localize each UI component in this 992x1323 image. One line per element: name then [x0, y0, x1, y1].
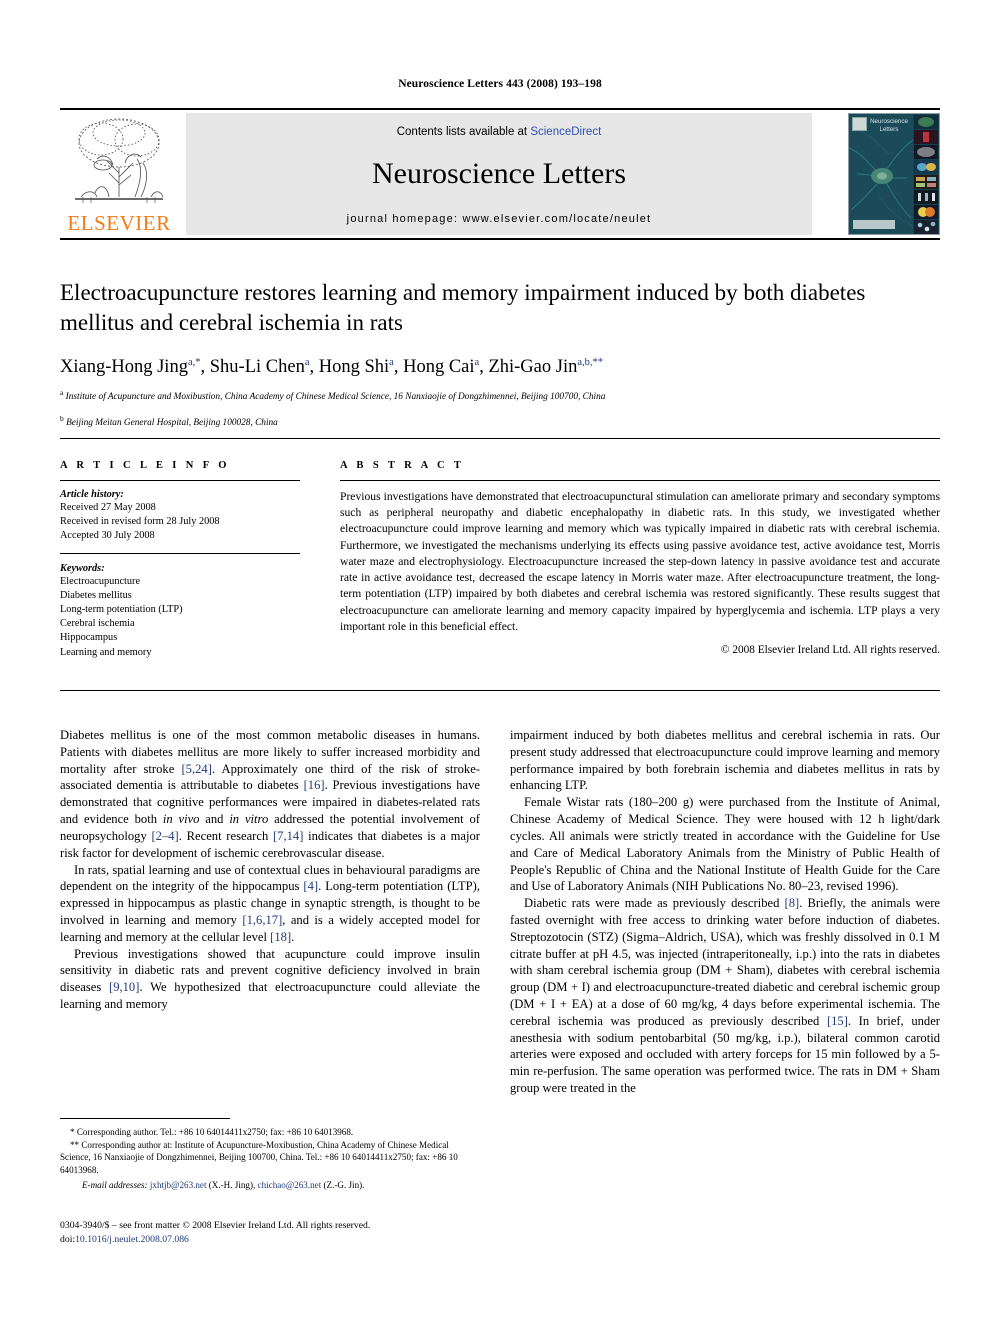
- cover-tile-blue: [914, 160, 938, 174]
- info-abstract-bottom-rule: [60, 690, 940, 691]
- abstract-text: Previous investigations have demonstrate…: [340, 490, 940, 633]
- email-label: E-mail addresses:: [82, 1179, 148, 1190]
- keyword-item: Hippocampus: [60, 632, 118, 644]
- paragraph: Diabetic rats were made as previously de…: [510, 896, 940, 1096]
- paragraph: Previous investigations showed that acup…: [60, 946, 481, 1011]
- history-received: Received 27 May 2008: [60, 502, 156, 513]
- keyword-item: Long-term potentiation (LTP): [60, 604, 183, 616]
- cover-tile-red: [914, 130, 938, 144]
- cover-publisher-mark: [852, 117, 867, 131]
- email-link-1[interactable]: jxhtjb@263.net: [150, 1180, 207, 1190]
- corresponding-author-note-2: ** Corresponding author at: Institute of…: [60, 1139, 458, 1176]
- elsevier-tree-icon: [75, 118, 164, 203]
- email-link-2[interactable]: chichao@263.net: [258, 1180, 322, 1190]
- contents-prefix: Contents lists available at: [396, 126, 531, 138]
- paragraph: Female Wistar rats (180–200 g) were purc…: [510, 795, 940, 894]
- keywords-label: Keywords:: [60, 562, 105, 574]
- doi-link[interactable]: 10.1016/j.neulet.2008.07.086: [75, 1234, 189, 1245]
- article-history-label: Article history:: [60, 489, 124, 500]
- affiliation-b-text: Beijing Meitan General Hospital, Beijing…: [66, 417, 278, 428]
- contents-available-line: Contents lists available at ScienceDirec…: [186, 126, 812, 138]
- running-head: Neuroscience Letters 443 (2008) 193–198: [398, 78, 602, 90]
- cover-journal-title: Neuroscience Letters: [870, 118, 908, 133]
- abstract-copyright: © 2008 Elsevier Ireland Ltd. All rights …: [720, 643, 940, 656]
- keyword-item: Electroacupuncture: [60, 575, 141, 587]
- paragraph: Diabetes mellitus is one of the most com…: [60, 728, 480, 860]
- paragraph: In rats, spatial learning and use of con…: [60, 862, 481, 944]
- author-list: Xiang-Hong Jinga,*, Shu-Li Chena, Hong S…: [60, 356, 604, 377]
- elsevier-logo: ELSEVIER: [60, 113, 178, 235]
- cover-tile-brain: [914, 115, 938, 129]
- info-abstract-top-rule: [60, 438, 940, 439]
- sciencedirect-link[interactable]: ScienceDirect: [530, 126, 601, 138]
- cover-tile-pet: [914, 205, 938, 219]
- journal-cover-thumbnail[interactable]: Neuroscience Letters: [848, 113, 940, 235]
- front-matter-line: 0304-3940/$ – see front matter © 2008 El…: [60, 1220, 371, 1231]
- affiliation-a-text: Institute of Acupuncture and Moxibustion…: [65, 392, 606, 403]
- elsevier-wordmark: ELSEVIER: [67, 211, 171, 235]
- body-column-right: impairment induced by both diabetes mell…: [510, 727, 940, 1097]
- journal-masthead: ELSEVIER Contents lists available at Sci…: [60, 108, 940, 240]
- abstract-heading: A B S T R A C T: [340, 460, 465, 471]
- email-note: E-mail addresses: jxhtjb@263.net (X.-H. …: [60, 1179, 480, 1192]
- journal-homepage-line[interactable]: journal homepage: www.elsevier.com/locat…: [186, 213, 812, 225]
- footnote-rule: [60, 1118, 230, 1119]
- affiliation-b: b Beijing Meitan General Hospital, Beiji…: [60, 413, 278, 428]
- history-revised: Received in revised form 28 July 2008: [60, 516, 220, 528]
- keyword-item: Cerebral ischemia: [60, 618, 135, 630]
- cover-tile-cells: [914, 220, 938, 234]
- email-owner-2: (Z.-G. Jin).: [323, 1179, 365, 1190]
- cover-tile-strip: [913, 114, 939, 234]
- doi-line: doi:10.1016/j.neulet.2008.07.086: [60, 1233, 480, 1247]
- corresponding-author-note-1: * Corresponding author. Tel.: +86 10 640…: [70, 1127, 354, 1137]
- masthead-bottom-rule: [60, 238, 940, 240]
- body-column-left: Diabetes mellitus is one of the most com…: [60, 727, 480, 1013]
- page-title: Electroacupuncture restores learning and…: [60, 280, 866, 335]
- footnote-block: * Corresponding author. Tel.: +86 10 640…: [60, 1126, 480, 1192]
- title-block: Electroacupuncture restores learning and…: [60, 278, 940, 430]
- keyword-item: Learning and memory: [60, 646, 152, 658]
- history-accepted: Accepted 30 July 2008: [60, 530, 155, 542]
- journal-band: Contents lists available at ScienceDirec…: [186, 113, 812, 235]
- affiliation-a: a Institute of Acupuncture and Moxibusti…: [60, 388, 606, 403]
- doi-label: doi:: [60, 1234, 76, 1246]
- email-owner-1: (X.-H. Jing),: [208, 1179, 256, 1190]
- article-info-section: A R T I C L E I N F O Article history: R…: [60, 460, 300, 660]
- journal-title: Neuroscience Letters: [371, 157, 627, 190]
- abstract-rule: [340, 480, 940, 481]
- cover-tile-grid: [914, 175, 938, 189]
- cover-tile-gel: [914, 190, 938, 204]
- cover-tile-section: [914, 145, 938, 159]
- keywords-rule: [60, 552, 300, 554]
- keyword-item: Diabetes mellitus: [60, 589, 132, 601]
- abstract-section: A B S T R A C T Previous investigations …: [340, 460, 940, 656]
- article-info-heading: A R T I C L E I N F O: [60, 460, 230, 471]
- cover-bottom-bar: [853, 220, 895, 229]
- imprint-block: 0304-3940/$ – see front matter © 2008 El…: [60, 1219, 480, 1247]
- article-info-rule: [60, 480, 300, 481]
- paragraph: impairment induced by both diabetes mell…: [510, 728, 940, 793]
- journal-article-page: Neuroscience Letters 443 (2008) 193–198: [0, 0, 992, 1323]
